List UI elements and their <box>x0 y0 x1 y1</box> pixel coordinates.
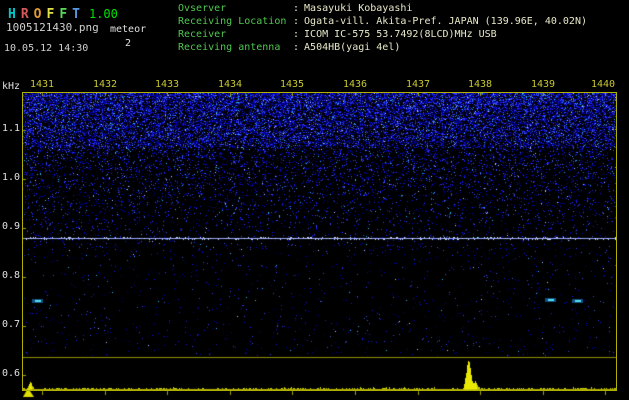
app-title: HROFFT <box>8 3 85 22</box>
y-tick-label: 0.9 <box>2 221 21 232</box>
app-title-letter: F <box>59 7 68 22</box>
y-axis-unit: kHz <box>2 81 21 92</box>
info-colon: : <box>293 3 300 14</box>
x-tick-label: 1432 <box>92 79 118 90</box>
info-label: Receiver <box>178 29 227 40</box>
info-row: Ovserver: Masayuki Kobayashi <box>178 3 587 16</box>
app-title-letter: H <box>8 7 16 22</box>
info-label: Ovserver <box>178 3 227 14</box>
y-tick-label: 0.7 <box>2 319 21 330</box>
y-tick-label: 1.1 <box>2 123 21 134</box>
meteor-count: 2 <box>124 38 132 49</box>
title-row: H R O F F T 1.00 <box>8 3 118 22</box>
info-row: Receiving Location: Ogata-vill. Akita-Pre… <box>178 16 587 29</box>
info-row: Receiving antenna: A504HB(yagi 4el) <box>178 42 587 55</box>
info-colon: : <box>293 29 300 40</box>
y-tick-label: 0.6 <box>2 368 21 379</box>
app-title-letter: T <box>72 7 80 22</box>
info-colon: : <box>293 42 300 53</box>
info-value: A504HB(yagi 4el) <box>304 42 401 53</box>
info-value: Ogata-vill. Akita-Pref. JAPAN (139.96E, … <box>304 16 587 27</box>
datetime: 10.05.12 14:30 <box>4 43 89 54</box>
info-label: Receiving Location <box>178 16 287 27</box>
x-axis-top-line <box>22 92 617 93</box>
mode-label: meteor <box>110 24 147 35</box>
app-version: 1.00 <box>88 7 118 21</box>
app-title-letter: O <box>33 7 42 22</box>
observer-info: Ovserver: Masayuki Kobayashi Receiving Lo… <box>178 3 587 55</box>
y-axis-left-line <box>22 92 23 391</box>
info-row: Receiver: ICOM IC-575 53.7492(8LCD)MHz US… <box>178 29 587 42</box>
info-value: Masayuki Kobayashi <box>304 3 413 14</box>
y-tick-label: 1.0 <box>2 172 21 183</box>
x-tick-label: 1433 <box>154 79 180 90</box>
filename: 1005121430.png <box>6 21 99 34</box>
x-axis-bottom-line <box>22 390 617 391</box>
x-tick-label: 1434 <box>217 79 243 90</box>
x-tick-label: 1436 <box>342 79 368 90</box>
y-axis-right-line <box>616 92 617 391</box>
x-tick-label: 1431 <box>29 79 55 90</box>
x-tick-label: 1437 <box>405 79 431 90</box>
hrofft-screen: H R O F F T 1.00 1005121430.png meteor 2 10.05… <box>0 0 629 400</box>
x-tick-label: 1439 <box>530 79 556 90</box>
info-label: Receiving antenna <box>178 42 281 53</box>
spectrogram-canvas <box>23 93 616 399</box>
app-title-letter: F <box>46 7 55 22</box>
info-value: ICOM IC-575 53.7492(8LCD)MHz USB <box>304 29 497 40</box>
x-tick-label: 1440 <box>590 79 616 90</box>
y-tick-label: 0.8 <box>2 270 21 281</box>
x-tick-label: 1438 <box>467 79 493 90</box>
info-colon: : <box>293 16 300 27</box>
x-tick-label: 1435 <box>279 79 305 90</box>
app-title-letter: R <box>20 7 29 22</box>
